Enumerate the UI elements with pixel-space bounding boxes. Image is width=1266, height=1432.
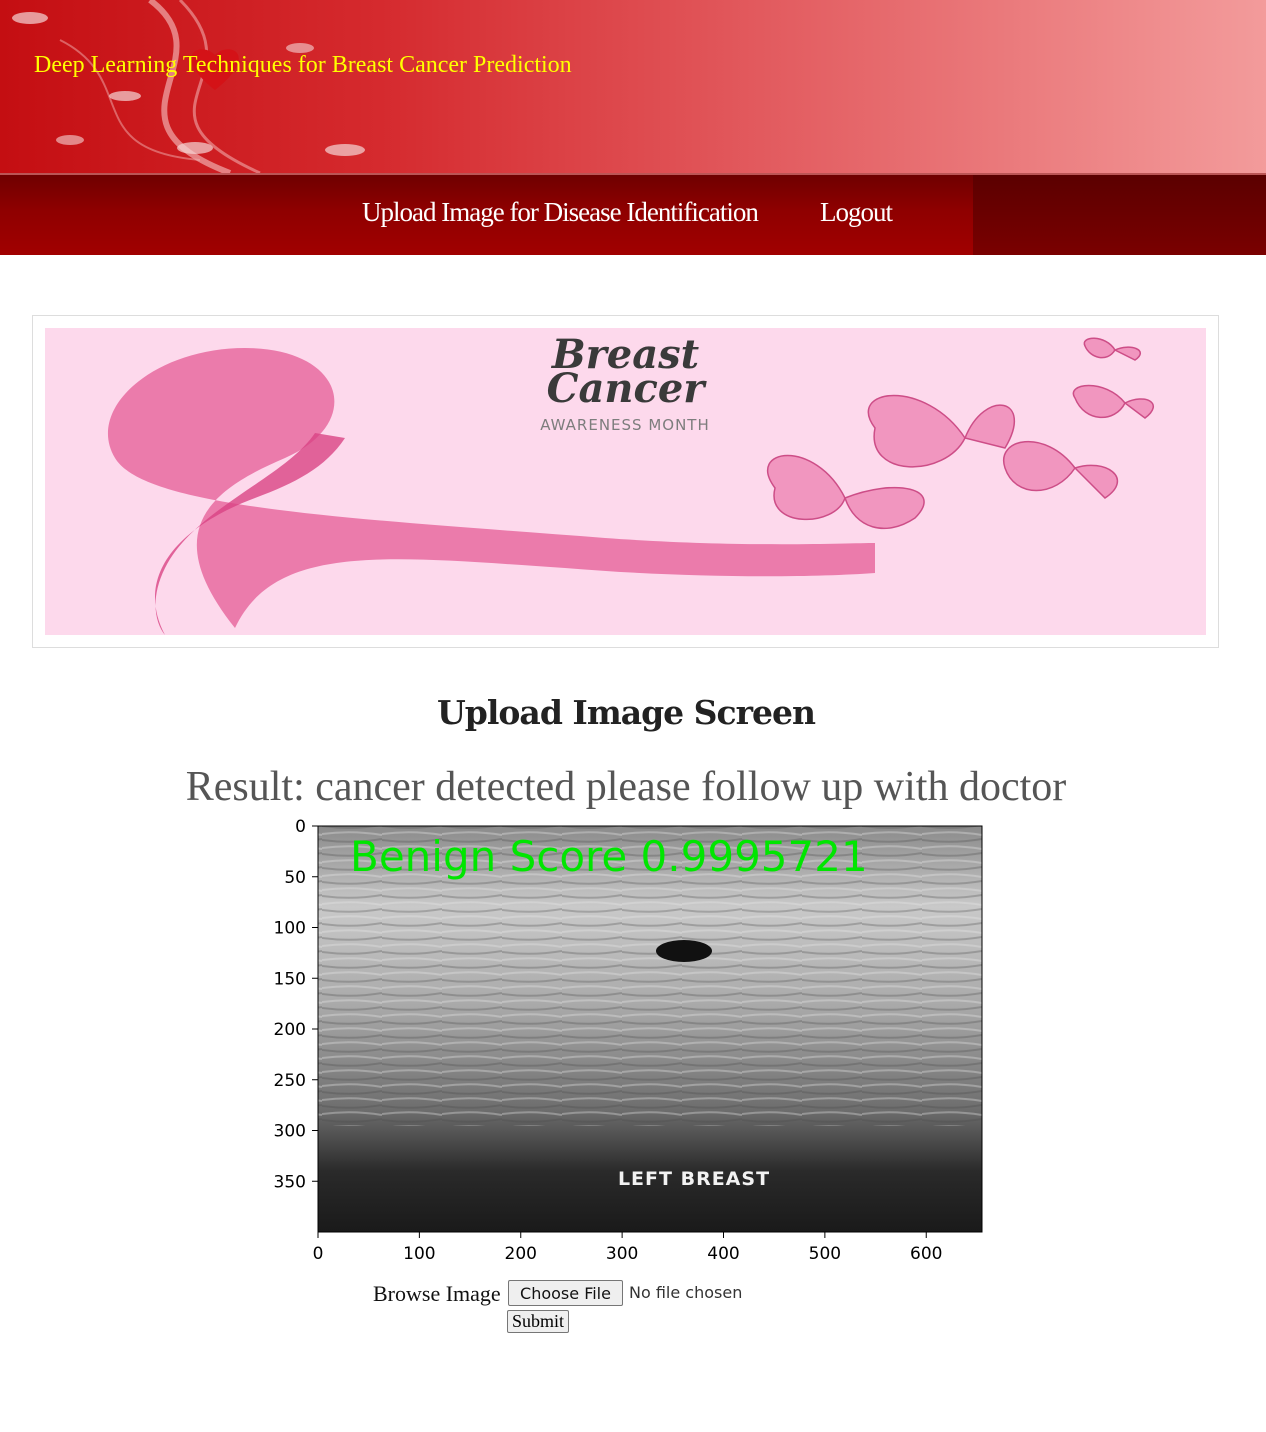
y-tick-label: 350 — [274, 1172, 306, 1192]
y-tick-label: 200 — [274, 1020, 306, 1040]
result-text: Result: cancer detected please follow up… — [185, 764, 1067, 810]
x-tick-label: 400 — [707, 1244, 739, 1264]
x-tick-label: 200 — [505, 1244, 537, 1264]
image-caption: LEFT BREAST — [618, 1168, 770, 1190]
nav-upload-link[interactable]: Upload Image for Disease Identification — [362, 197, 759, 228]
y-tick-label: 50 — [284, 868, 306, 888]
page-title: Upload Image Screen — [437, 693, 816, 732]
ultrasound-plot: Benign Score 0.9995721 LEFT BREAST 0 100 2… — [274, 817, 983, 1264]
banner-subtitle: AWARENESS MONTH — [540, 416, 710, 434]
y-axis: 0 50 100 150 200 250 300 350 — [274, 817, 318, 1192]
x-tick-label: 600 — [910, 1244, 942, 1264]
y-tick-label: 300 — [274, 1122, 306, 1142]
browse-image-label: Browse Image — [373, 1281, 501, 1306]
x-tick-label: 500 — [809, 1244, 841, 1264]
banner-title-line2: Cancer — [546, 365, 705, 412]
file-status-text: No file chosen — [629, 1283, 743, 1302]
y-tick-label: 100 — [274, 919, 306, 939]
x-tick-label: 100 — [403, 1244, 435, 1264]
hearts-decoration — [12, 0, 365, 173]
prediction-overlay-text: Benign Score 0.9995721 — [350, 832, 868, 881]
site-title: Deep Learning Techniques for Breast Canc… — [34, 52, 572, 78]
y-tick-label: 250 — [274, 1071, 306, 1091]
banner-frame: Breast Cancer AWARENESS MONTH — [32, 315, 1219, 648]
nav-logout-link[interactable]: Logout — [820, 197, 893, 228]
y-tick-label: 0 — [295, 817, 306, 837]
submit-button[interactable]: Submit — [507, 1310, 569, 1333]
choose-file-button[interactable]: Choose File — [508, 1280, 623, 1306]
banner-title: Breast Cancer — [45, 335, 1206, 409]
x-axis: 0 100 200 300 400 500 600 — [313, 1232, 942, 1264]
x-tick-label: 0 — [313, 1244, 324, 1264]
awareness-banner: Breast Cancer AWARENESS MONTH — [45, 328, 1206, 635]
site-header: Deep Learning Techniques for Breast Canc… — [0, 0, 1266, 173]
nav-bar: Upload Image for Disease Identification … — [0, 173, 1266, 255]
y-tick-label: 150 — [274, 969, 306, 989]
x-tick-label: 300 — [606, 1244, 638, 1264]
